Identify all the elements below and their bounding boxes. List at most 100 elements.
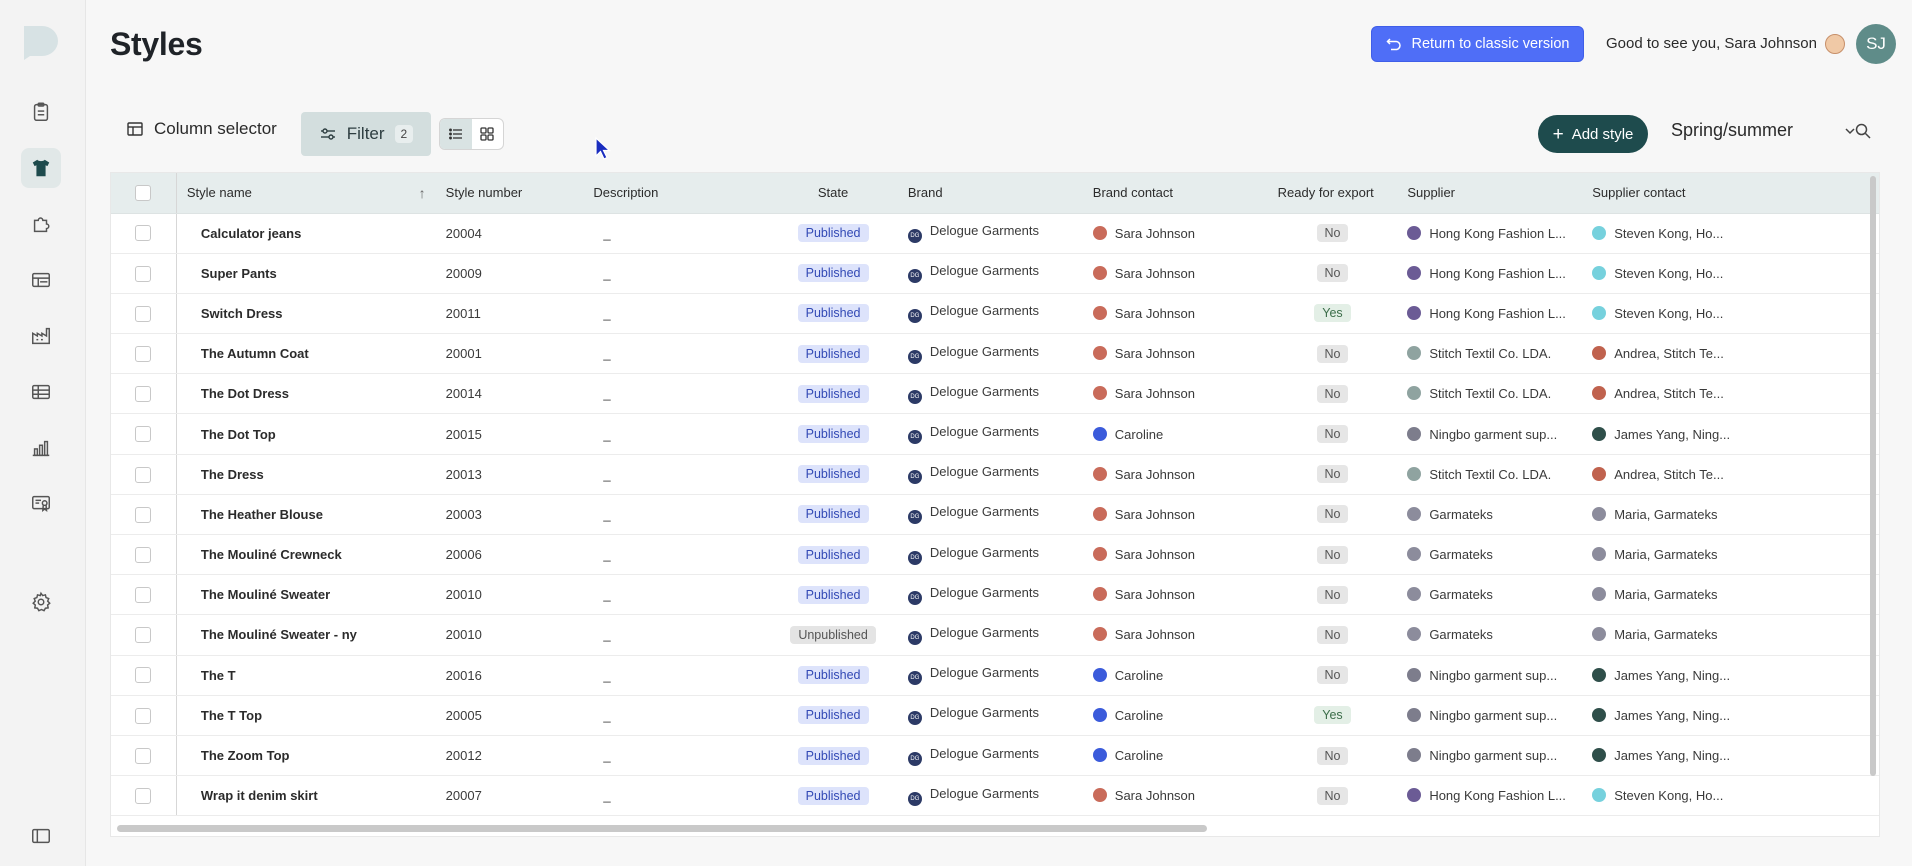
row-checkbox[interactable]: [111, 775, 177, 817]
supplier-avatar: [1407, 466, 1422, 481]
row-checkbox[interactable]: [111, 333, 177, 375]
style-name[interactable]: The Autumn Coat: [175, 333, 436, 375]
table-row[interactable]: The T 20016 _ Published DG Delogue Garments Ca…: [111, 655, 1879, 696]
brand-contact-cell: Sara Johnson: [1082, 333, 1268, 375]
column-style-number[interactable]: Style number: [435, 173, 584, 214]
app-logo-icon[interactable]: [20, 22, 60, 60]
row-checkbox[interactable]: [111, 454, 177, 495]
row-checkbox[interactable]: [111, 494, 177, 536]
style-name[interactable]: Super Pants: [175, 253, 436, 294]
style-name[interactable]: The T Top: [175, 695, 436, 736]
style-number: 20004: [435, 213, 584, 254]
table-row[interactable]: The Mouliné Sweater 20010 _ Published DG Delo…: [111, 574, 1879, 616]
row-checkbox[interactable]: [111, 293, 177, 335]
state-badge: Published: [797, 465, 869, 484]
brand-cell: DG Delogue Garments: [897, 253, 1083, 294]
style-name[interactable]: The T: [175, 655, 436, 696]
nav-styles[interactable]: [21, 148, 61, 188]
nav-collapse[interactable]: [21, 816, 61, 856]
return-to-classic-button[interactable]: Return to classic version: [1371, 26, 1584, 62]
supplier-contact: Steven Kong, Ho...: [1614, 305, 1724, 321]
row-checkbox[interactable]: [111, 253, 177, 294]
style-name[interactable]: The Dot Dress: [175, 373, 436, 415]
table-row[interactable]: Calculator jeans 20004 _ Published DG Delogue…: [111, 213, 1879, 254]
row-checkbox[interactable]: [111, 655, 177, 696]
nav-materials[interactable]: [21, 204, 61, 244]
style-name[interactable]: The Mouliné Sweater - ny: [175, 614, 436, 656]
table-row[interactable]: The Mouliné Sweater - ny 20010 _ Unpublishe…: [111, 614, 1879, 656]
vertical-scrollbar[interactable]: [1868, 176, 1878, 776]
contact-avatar: [1092, 788, 1107, 803]
style-name[interactable]: The Mouliné Crewneck: [175, 534, 436, 576]
style-name[interactable]: The Mouliné Sweater: [175, 574, 436, 616]
brand-contact-cell: Sara Johnson: [1082, 775, 1268, 817]
column-selector-button[interactable]: Column selector: [126, 119, 277, 139]
state-cell: Published: [768, 413, 898, 455]
grid-view-button[interactable]: [472, 119, 504, 149]
column-supplier[interactable]: Supplier: [1397, 173, 1583, 214]
style-number: 20010: [435, 574, 584, 616]
style-name[interactable]: Switch Dress: [175, 293, 436, 335]
avatar[interactable]: SJ: [1856, 24, 1896, 64]
supplier-avatar: [1407, 305, 1422, 320]
table-row[interactable]: Switch Dress 20011 _ Published DG Delogue Gar…: [111, 293, 1879, 335]
nav-analytics[interactable]: [21, 428, 61, 468]
search-icon[interactable]: [1854, 122, 1872, 140]
style-name[interactable]: The Dress: [175, 454, 436, 495]
column-style-name[interactable]: Style name ↑: [175, 173, 436, 214]
contact-avatar: [1092, 547, 1107, 562]
nav-ledger[interactable]: [21, 260, 61, 300]
style-name[interactable]: The Heather Blouse: [175, 494, 436, 536]
column-supplier-contact[interactable]: Supplier contact: [1582, 173, 1741, 214]
row-checkbox[interactable]: [111, 574, 177, 616]
horizontal-scrollbar[interactable]: [111, 820, 1879, 836]
row-checkbox[interactable]: [111, 534, 177, 576]
column-ready-for-export[interactable]: Ready for export: [1267, 173, 1398, 214]
row-checkbox[interactable]: [111, 695, 177, 736]
ready-cell: Yes: [1267, 293, 1398, 335]
season-select[interactable]: Spring/summer: [1671, 120, 1912, 141]
ready-cell: Yes: [1267, 695, 1398, 736]
brand-cell: DG Delogue Garments: [897, 213, 1083, 254]
table-row[interactable]: The Dot Dress 20014 _ Published DG Delogue Ga…: [111, 373, 1879, 415]
filter-button[interactable]: Filter 2: [301, 112, 431, 156]
table-row[interactable]: The Autumn Coat 20001 _ Published DG Delogue …: [111, 333, 1879, 375]
table-row[interactable]: The Zoom Top 20012 _ Published DG Delogue Gar…: [111, 735, 1879, 777]
style-name[interactable]: The Dot Top: [175, 413, 436, 455]
row-checkbox[interactable]: [111, 614, 177, 656]
nav-certificates[interactable]: [21, 484, 61, 524]
nav-clipboard[interactable]: [21, 92, 61, 132]
supplier-contact-avatar: [1592, 386, 1607, 401]
column-brand[interactable]: Brand: [897, 173, 1083, 214]
brand-cell: DG Delogue Garments: [897, 413, 1083, 455]
row-checkbox[interactable]: [111, 413, 177, 455]
table-row[interactable]: The Mouliné Crewneck 20006 _ Published DG Del…: [111, 534, 1879, 576]
column-state[interactable]: State: [768, 173, 898, 214]
nav-settings[interactable]: [21, 582, 61, 622]
table-row[interactable]: The Dress 20013 _ Published DG Delogue Garmen…: [111, 454, 1879, 495]
row-checkbox[interactable]: [111, 373, 177, 415]
table-row[interactable]: Wrap it denim skirt 20007 _ Published DG Delo…: [111, 775, 1879, 817]
row-extra: [1740, 494, 1879, 536]
list-view-button[interactable]: [440, 119, 472, 149]
table-row[interactable]: The Heather Blouse 20003 _ Published DG Delog…: [111, 494, 1879, 536]
select-all-checkbox[interactable]: [111, 173, 177, 214]
table-row[interactable]: Super Pants 20009 _ Published DG Delogue Garm…: [111, 253, 1879, 294]
view-toggle: [439, 118, 504, 150]
row-checkbox[interactable]: [111, 735, 177, 777]
row-checkbox[interactable]: [111, 213, 177, 254]
style-name[interactable]: Wrap it denim skirt: [175, 775, 436, 817]
style-name[interactable]: Calculator jeans: [175, 213, 436, 254]
table-row[interactable]: The Dot Top 20015 _ Published DG Delogue Garm…: [111, 413, 1879, 455]
column-brand-contact[interactable]: Brand contact: [1082, 173, 1268, 214]
description: _: [583, 655, 769, 696]
add-style-button[interactable]: + Add style: [1538, 115, 1648, 153]
nav-table[interactable]: [21, 372, 61, 412]
brand-name: Delogue Garments: [929, 745, 1040, 761]
nav-factory[interactable]: [21, 316, 61, 356]
sort-asc-icon[interactable]: ↑: [419, 185, 426, 201]
style-name[interactable]: The Zoom Top: [175, 735, 436, 777]
list-icon: [448, 128, 462, 140]
table-row[interactable]: The T Top 20005 _ Published DG Delogue Garmen…: [111, 695, 1879, 736]
column-description[interactable]: Description: [583, 173, 769, 214]
